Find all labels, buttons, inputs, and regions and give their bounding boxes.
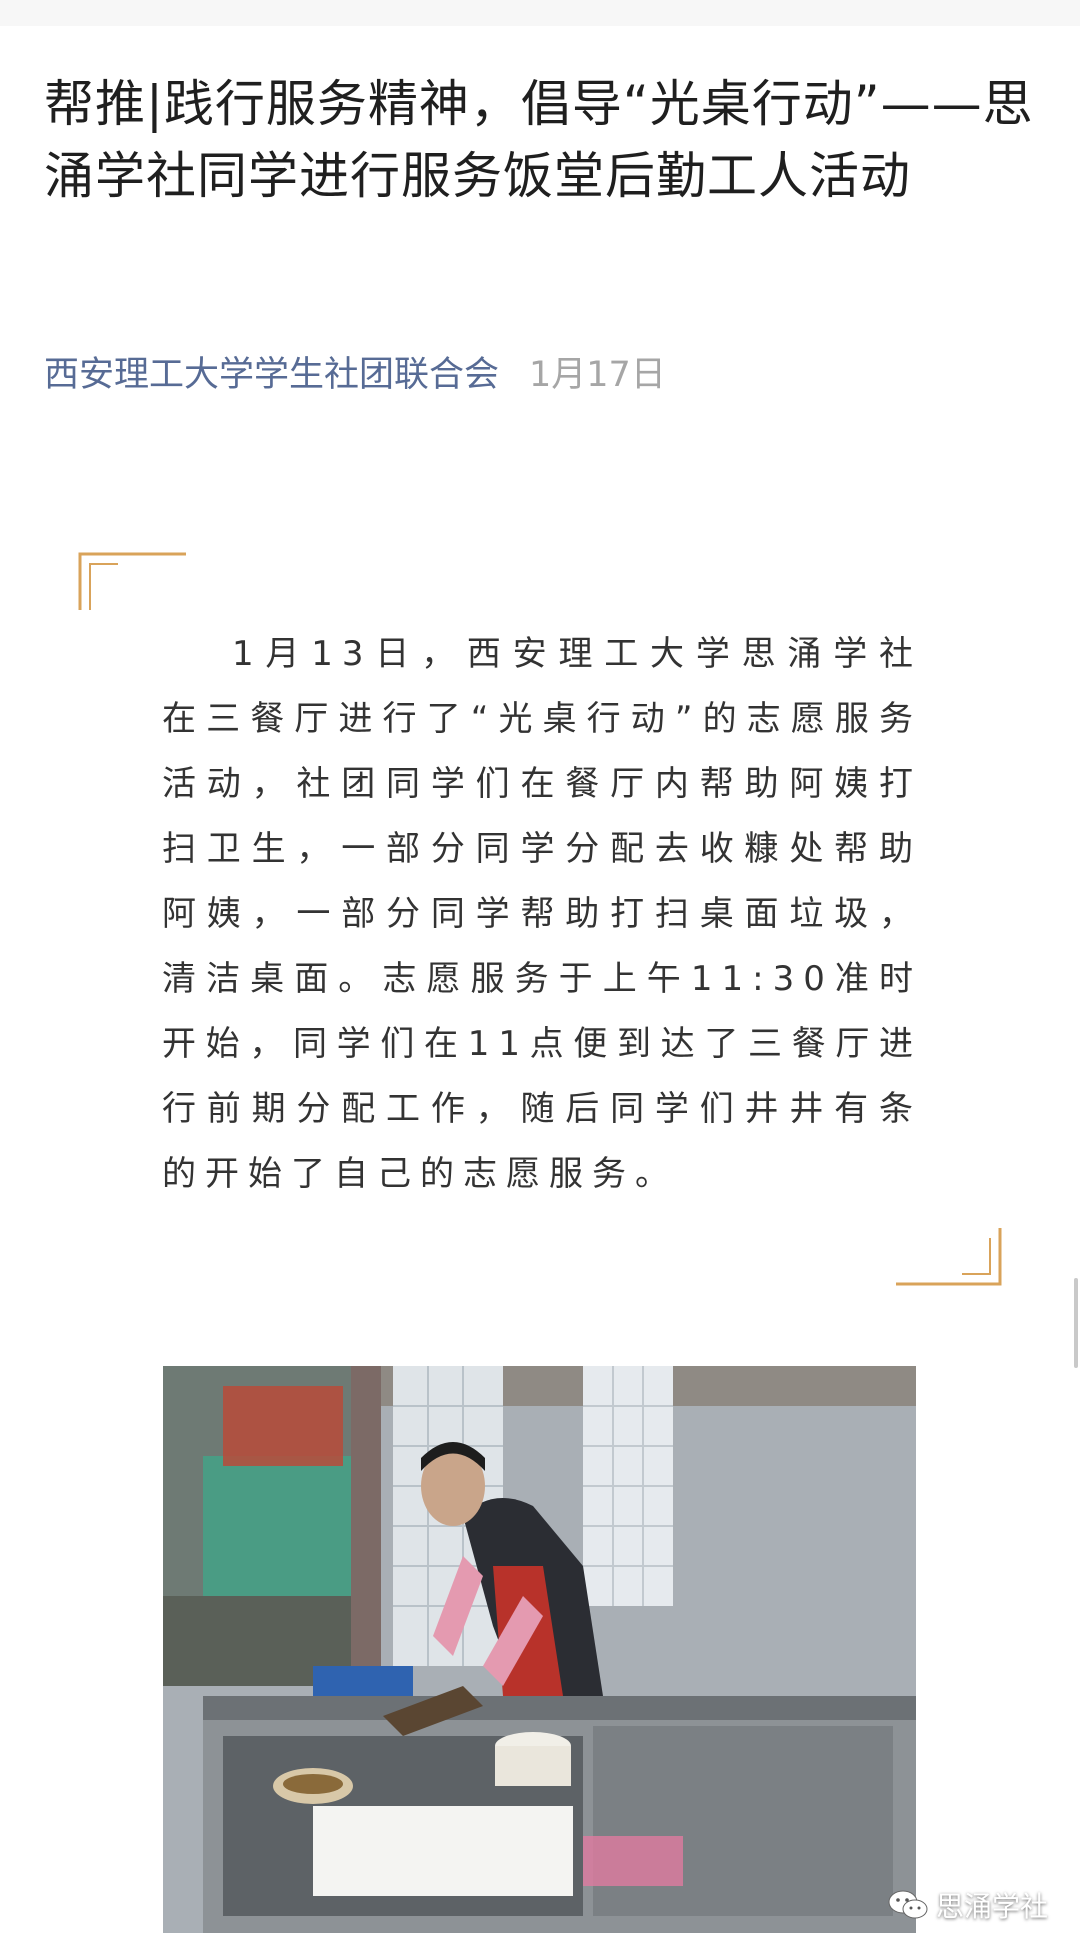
publish-date: 1月17日 — [529, 355, 666, 395]
author-link[interactable]: 西安理工大学学生社团联合会 — [44, 355, 499, 395]
corner-bracket-top-left — [78, 552, 186, 610]
wechat-icon — [888, 1890, 928, 1919]
article-body: 1月13日，西安理工大学思涌学社在三餐厅进行了“光桌行动”的志愿服务活动，社团同… — [162, 634, 922, 1194]
article-meta: 西安理工大学学生社团联合会 1月17日 — [44, 350, 666, 400]
scrollbar[interactable] — [1074, 1278, 1078, 1368]
article-photo — [163, 1366, 916, 1933]
corner-bracket-bottom-right — [896, 1228, 1002, 1286]
top-strip — [0, 0, 1080, 26]
watermark-text: 思涌学社 — [936, 1890, 1049, 1923]
article-title: 帮推|践行服务精神，倡导“光桌行动”——思涌学社同学进行服务饭堂后勤工人活动 — [44, 75, 1034, 205]
watermark: 思涌学社 — [888, 1880, 1048, 1930]
